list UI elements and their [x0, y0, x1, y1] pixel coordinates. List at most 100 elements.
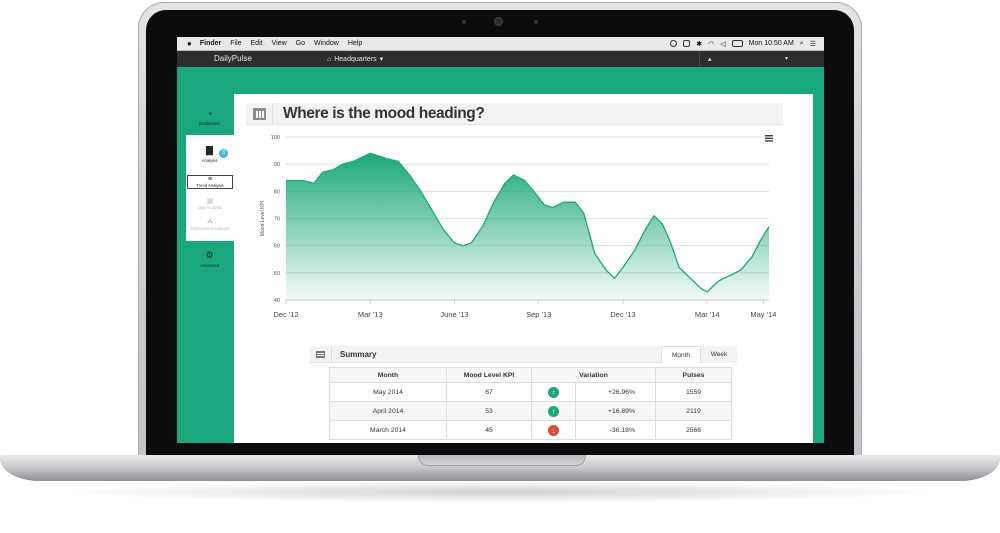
battery-icon[interactable]	[731, 40, 743, 47]
summary-header: Summary	[310, 346, 661, 363]
location-dropdown[interactable]: ⌂ Headquarters ▾	[327, 55, 383, 64]
table-row[interactable]: April 2014 53 ↑ +16.89% 2119	[329, 401, 732, 421]
column-header[interactable]: Month	[329, 367, 447, 383]
app-brand[interactable]: DailyPulse	[214, 54, 252, 63]
x-tick-label: Dec '12	[273, 310, 298, 319]
x-tick-label: Sep '13	[526, 310, 551, 319]
mac-menubar: ● Finder File Edit View Go Window Help ✱…	[177, 37, 824, 51]
volume-icon[interactable]: ◁	[720, 40, 725, 48]
menu-file[interactable]: File	[230, 40, 241, 47]
column-header[interactable]: Variation	[531, 367, 656, 383]
table-row[interactable]: May 2014 67 ↑ +26.96% 1559	[329, 382, 732, 402]
cell-trend: ↑	[531, 401, 576, 421]
table-row[interactable]: March 2014 45 ↓ -36.18% 2566	[329, 420, 732, 440]
cell-pulses: 1559	[655, 382, 732, 402]
laptop-mockup: ● Finder File Edit View Go Window Help ✱…	[0, 0, 1000, 533]
location-label: Headquarters	[334, 55, 377, 63]
wifi-icon[interactable]: ◠	[708, 40, 714, 48]
menu-finder[interactable]: Finder	[200, 40, 221, 47]
sidebar-item-advanced[interactable]: ⚙ Advanced	[186, 250, 233, 268]
menu-edit[interactable]: Edit	[251, 40, 263, 47]
laptop-notch	[418, 455, 586, 466]
cell-trend: ↑	[531, 382, 576, 402]
cell-month: May 2014	[329, 382, 447, 402]
page-title: Where is the mood heading?	[283, 105, 485, 122]
y-axis-title: Mood Level KPI	[260, 201, 266, 236]
calendar-icon	[252, 108, 266, 120]
sidebar-subitem-deployment-analysis[interactable]: ☘ Deployment Analysis	[187, 218, 233, 231]
sidebar-item-label: Analysis	[201, 158, 218, 163]
mood-trend-chart: 40 50 60 70 80 90 100 Mood Level KPI Dec '12 Mar …	[260, 135, 776, 319]
x-tick-label: Mar '13	[358, 310, 383, 319]
sidebar-item-label: Advanced	[200, 263, 219, 268]
arrow-down-icon: ↓	[548, 424, 559, 436]
summary-table: Month Mood Level KPI Variation Pulses Ma…	[329, 367, 732, 440]
tab-week[interactable]: Week	[701, 346, 737, 363]
cell-kpi: 53	[446, 401, 532, 421]
webcam	[494, 17, 503, 26]
trend-icon: ≡	[207, 176, 213, 183]
notification-icon[interactable]: ☰	[810, 40, 816, 48]
main-content: Where is the mood heading? 40 50 60 70 80 90 1…	[234, 94, 813, 443]
arrow-up-icon: ↑	[548, 405, 559, 417]
y-tick-label: 50	[274, 271, 280, 277]
user-icon[interactable]: ▴	[708, 55, 712, 63]
menu-help[interactable]: Help	[348, 40, 362, 47]
menu-go[interactable]: Go	[296, 40, 305, 47]
bluetooth-icon[interactable]: ✱	[696, 40, 702, 48]
timemachine-icon[interactable]	[683, 40, 691, 47]
mood-area	[286, 153, 769, 300]
notification-badge: 3	[219, 149, 228, 158]
column-header[interactable]: Pulses	[655, 367, 732, 383]
sensor-dot	[462, 20, 466, 24]
menu-window[interactable]: Window	[314, 40, 339, 47]
table-icon	[316, 351, 325, 358]
x-tick-label: Mar '14	[695, 310, 720, 319]
sidebar-subitem-day-analysis[interactable]: ▦ Day Analysis	[187, 197, 233, 210]
column-header[interactable]: Mood Level KPI	[446, 367, 532, 383]
sidebar-subitem-label: Trend Analysis	[196, 183, 224, 188]
cell-pulses: 2119	[655, 401, 732, 421]
sidebar-subitem-label: Day Analysis	[198, 205, 222, 210]
cell-kpi: 45	[446, 420, 532, 440]
y-tick-label: 100	[271, 135, 280, 141]
sensor-dot	[534, 20, 538, 24]
hamburger-icon[interactable]	[765, 135, 773, 142]
home-icon: ⌂	[327, 55, 332, 63]
user-menu-chevron-icon[interactable]: ▾	[785, 55, 788, 62]
summary-divider	[331, 346, 332, 363]
x-tick-label: June '13	[440, 310, 468, 319]
page-header: Where is the mood heading?	[246, 103, 783, 125]
calendar-icon: ▦	[206, 198, 214, 205]
x-tick-label: Dec '13	[610, 310, 635, 319]
gauge-icon: ◔	[206, 109, 213, 119]
sidebar-subitem-label: Deployment Analysis	[190, 226, 230, 231]
spotlight-icon[interactable]: ⌕	[800, 40, 804, 48]
y-tick-label: 60	[274, 244, 280, 250]
apple-icon[interactable]: ●	[187, 39, 192, 48]
summary-title: Summary	[340, 350, 377, 359]
cell-variation: -36.18%	[575, 420, 656, 440]
sync-icon[interactable]	[670, 40, 678, 47]
y-tick-label: 70	[274, 217, 280, 223]
x-tick-label: May '14	[750, 310, 776, 319]
navbar-divider	[699, 51, 700, 67]
tab-month[interactable]: Month	[661, 346, 701, 363]
y-tick-label: 90	[274, 162, 280, 168]
sitemap-icon: ☘	[206, 219, 214, 226]
table-header-row: Month Mood Level KPI Variation Pulses	[329, 367, 732, 383]
cell-variation: +26.96%	[575, 382, 656, 402]
summary-tabs: Month Week	[661, 346, 737, 363]
sidebar-item-label: Dashboard	[199, 121, 220, 126]
cell-kpi: 67	[446, 382, 532, 402]
screen: ● Finder File Edit View Go Window Help ✱…	[177, 37, 824, 443]
y-tick-label: 40	[274, 298, 280, 304]
sidebar-item-dashboard[interactable]: ◔ Dashboard	[186, 109, 233, 126]
y-tick-label: 80	[274, 189, 280, 195]
cell-variation: +16.89%	[575, 401, 656, 421]
cell-month: March 2014	[329, 420, 447, 440]
sidebar-subitem-trend-analysis[interactable]: ≡ Trend Analysis	[187, 175, 233, 189]
app-navbar: DailyPulse ⌂ Headquarters ▾ ▴ ▾	[177, 51, 824, 67]
menu-view[interactable]: View	[272, 40, 287, 47]
menubar-clock[interactable]: Mon 10:50 AM	[749, 40, 794, 47]
